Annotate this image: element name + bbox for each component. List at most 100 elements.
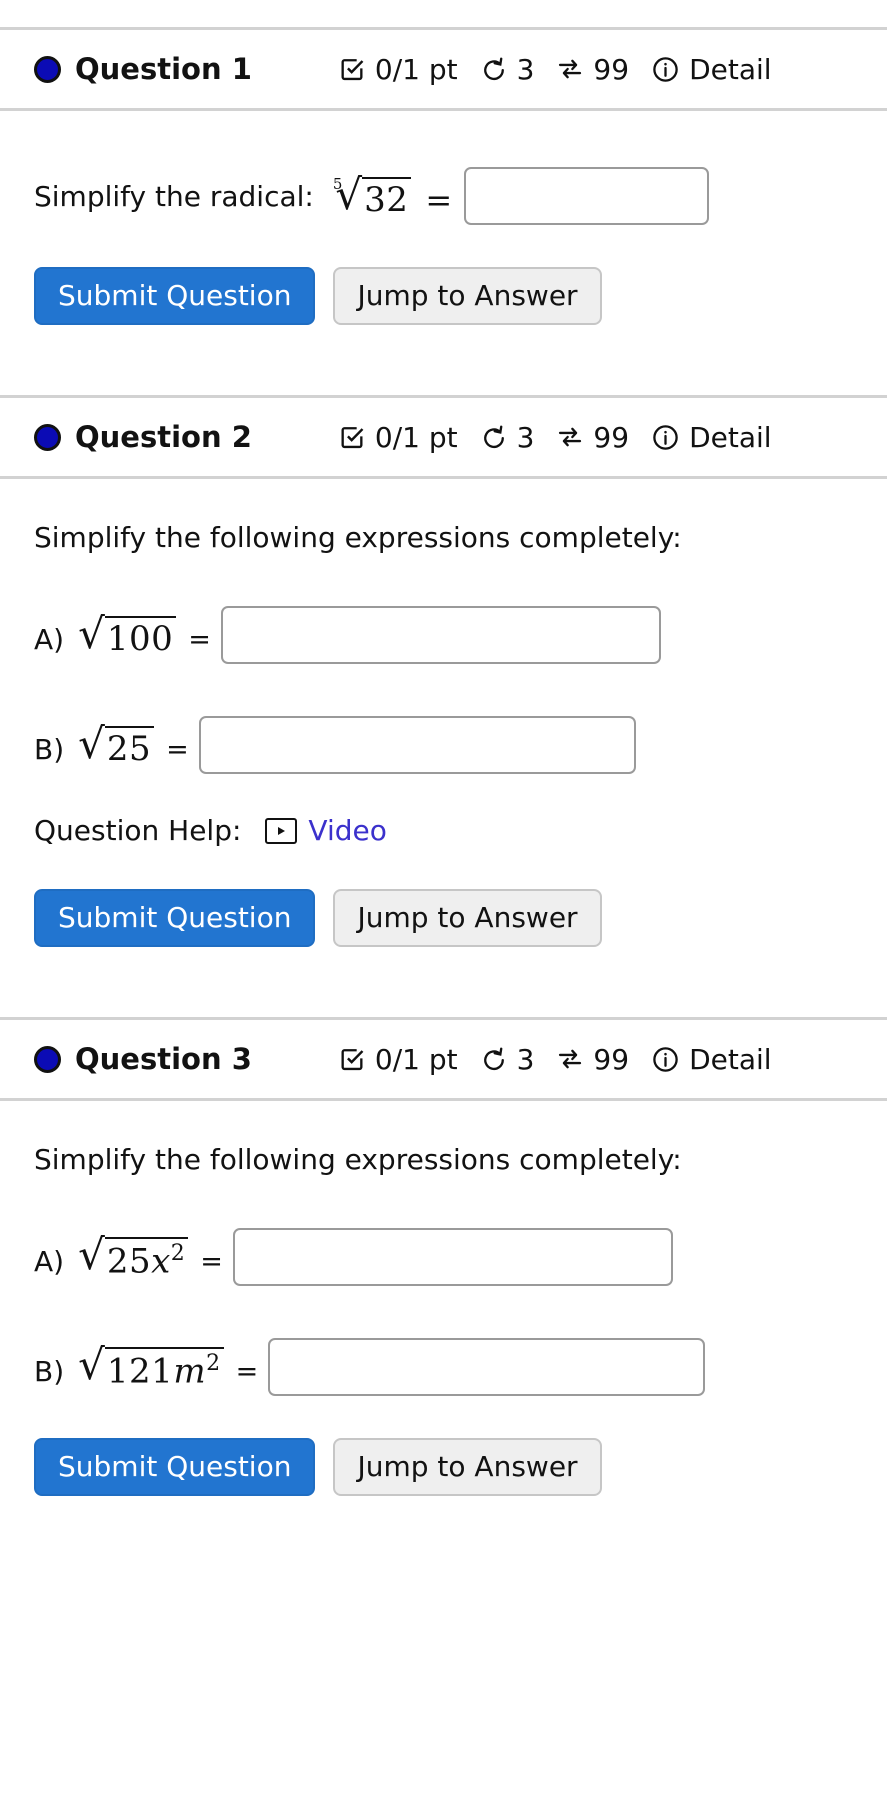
part-letter-a: A) bbox=[34, 622, 65, 656]
attempts-text: 3 bbox=[516, 420, 535, 454]
details-label[interactable]: Detail bbox=[689, 1043, 771, 1076]
question-2-help-row: Question Help: Video bbox=[34, 774, 887, 847]
versions-meta: 99 bbox=[556, 421, 629, 454]
submit-question-button[interactable]: Submit Question bbox=[34, 1438, 316, 1496]
radicand: 25 bbox=[104, 726, 155, 766]
attempts-text: 3 bbox=[516, 52, 535, 86]
score-meta: 0/1 pt bbox=[338, 53, 458, 86]
radical-sign: √ bbox=[78, 719, 105, 768]
undo-arrow-icon bbox=[480, 423, 508, 451]
question-help-label: Question Help: bbox=[34, 814, 242, 847]
radicand: 100 bbox=[104, 616, 177, 656]
question-3-statement: Simplify the following expressions compl… bbox=[34, 1143, 682, 1176]
checkbox-checked-icon bbox=[338, 1045, 366, 1073]
question-2-buttons: Submit Question Jump to Answer bbox=[34, 847, 887, 947]
video-help-link[interactable]: Video bbox=[308, 814, 386, 847]
question-3-body: Simplify the following expressions compl… bbox=[0, 1101, 887, 1496]
versions-text: 99 bbox=[593, 1042, 630, 1076]
question-3-buttons: Submit Question Jump to Answer bbox=[34, 1396, 887, 1496]
details-meta[interactable]: Detail bbox=[651, 421, 772, 454]
undo-arrow-icon bbox=[480, 1045, 508, 1073]
equals-sign-q2b: = bbox=[166, 733, 189, 765]
question-status-dot bbox=[34, 55, 61, 83]
assignment-page: Question 1 0/1 pt 3 99 Detail Simplify t… bbox=[0, 27, 887, 1496]
jump-to-answer-button[interactable]: Jump to Answer bbox=[333, 1438, 602, 1496]
attempts-meta: 3 bbox=[480, 420, 535, 454]
radicand: 32 bbox=[362, 177, 412, 217]
question-status-dot bbox=[34, 1045, 61, 1073]
radical-sign: √ bbox=[78, 1230, 105, 1280]
question-3-part-a-row: A) √ 25x2 = bbox=[34, 1228, 887, 1286]
shuffle-arrows-icon bbox=[556, 1045, 584, 1073]
question-3-part-b-row: B) √ 121m2 = bbox=[34, 1338, 887, 1396]
radicand-base: 121m bbox=[106, 1351, 207, 1392]
video-play-icon[interactable] bbox=[265, 817, 298, 844]
details-label[interactable]: Detail bbox=[689, 421, 771, 454]
attempts-text: 3 bbox=[516, 1042, 535, 1076]
info-circle-icon[interactable] bbox=[651, 1045, 680, 1074]
info-circle-icon[interactable] bbox=[651, 55, 680, 84]
score-text: 0/1 pt bbox=[374, 1042, 458, 1076]
submit-question-button[interactable]: Submit Question bbox=[34, 267, 316, 325]
score-meta: 0/1 pt bbox=[338, 421, 458, 454]
versions-text: 99 bbox=[593, 420, 630, 454]
question-3-title: Question 3 bbox=[75, 1042, 252, 1076]
equals-sign-q3b: = bbox=[235, 1355, 259, 1387]
radical-sign: √ bbox=[78, 1340, 105, 1390]
radical-expression-q3a: √ 25x2 bbox=[78, 1230, 189, 1280]
score-text: 0/1 pt bbox=[374, 420, 458, 454]
jump-to-answer-button[interactable]: Jump to Answer bbox=[333, 889, 602, 947]
question-1-title: Question 1 bbox=[75, 52, 252, 86]
equals-sign-q3a: = bbox=[200, 1245, 223, 1277]
undo-arrow-icon bbox=[480, 55, 508, 83]
jump-to-answer-button[interactable]: Jump to Answer bbox=[333, 267, 602, 325]
score-meta: 0/1 pt bbox=[338, 1043, 458, 1076]
question-1-body: Simplify the radical: 5 √ 32 = Submit Qu… bbox=[0, 111, 887, 395]
question-1-prompt: Simplify the radical: bbox=[34, 179, 314, 213]
radical-expression-q2a: √ 100 bbox=[78, 609, 177, 658]
question-2-body: Simplify the following expressions compl… bbox=[0, 479, 887, 1017]
equals-sign-q2a: = bbox=[188, 623, 211, 655]
attempts-meta: 3 bbox=[480, 52, 535, 86]
part-letter-a: A) bbox=[34, 1244, 65, 1278]
radicand: 121m2 bbox=[104, 1347, 224, 1389]
answer-input-q3a[interactable] bbox=[232, 1228, 673, 1286]
attempts-meta: 3 bbox=[480, 1042, 535, 1076]
question-2-part-a-row: A) √ 100 = bbox=[34, 606, 887, 664]
question-2-statement: Simplify the following expressions compl… bbox=[34, 521, 682, 554]
question-3-meta: 0/1 pt 3 99 Detail bbox=[338, 1043, 772, 1076]
part-letter-b: B) bbox=[34, 1354, 65, 1388]
details-label[interactable]: Detail bbox=[689, 53, 771, 86]
radical-sign: √ bbox=[78, 609, 105, 658]
radicand-exponent: 2 bbox=[170, 1241, 186, 1267]
answer-input-q2a[interactable] bbox=[220, 606, 661, 664]
submit-question-button[interactable]: Submit Question bbox=[34, 889, 316, 947]
question-2-header: Question 2 0/1 pt 3 99 Detail bbox=[0, 398, 887, 476]
radicand-base: 25x bbox=[106, 1241, 171, 1282]
radicand-exponent: 2 bbox=[206, 1351, 221, 1377]
versions-meta: 99 bbox=[556, 1043, 629, 1076]
checkbox-checked-icon bbox=[338, 423, 366, 451]
details-meta[interactable]: Detail bbox=[651, 1043, 772, 1076]
question-1-header: Question 1 0/1 pt 3 99 Detail bbox=[0, 30, 887, 108]
radical-index: 5 bbox=[332, 175, 343, 193]
question-1-meta: 0/1 pt 3 99 Detail bbox=[338, 53, 772, 86]
radical-expression-q3b: √ 121m2 bbox=[78, 1340, 224, 1390]
answer-input-q3b[interactable] bbox=[268, 1338, 706, 1396]
question-2-meta: 0/1 pt 3 99 Detail bbox=[338, 421, 772, 454]
info-circle-icon[interactable] bbox=[651, 423, 680, 452]
equals-sign-q1: = bbox=[425, 181, 453, 219]
answer-input-q1[interactable] bbox=[464, 167, 710, 225]
part-letter-b: B) bbox=[34, 732, 65, 766]
question-2-part-b-row: B) √ 25 = bbox=[34, 716, 887, 774]
details-meta[interactable]: Detail bbox=[651, 53, 772, 86]
shuffle-arrows-icon bbox=[556, 423, 584, 451]
versions-meta: 99 bbox=[556, 53, 629, 86]
checkbox-checked-icon bbox=[338, 55, 366, 83]
radicand: 25x2 bbox=[104, 1237, 189, 1279]
answer-input-q2b[interactable] bbox=[198, 716, 636, 774]
versions-text: 99 bbox=[593, 52, 630, 86]
question-1-prompt-row: Simplify the radical: 5 √ 32 = bbox=[34, 167, 887, 225]
score-text: 0/1 pt bbox=[374, 52, 458, 86]
question-2-title: Question 2 bbox=[75, 420, 252, 454]
